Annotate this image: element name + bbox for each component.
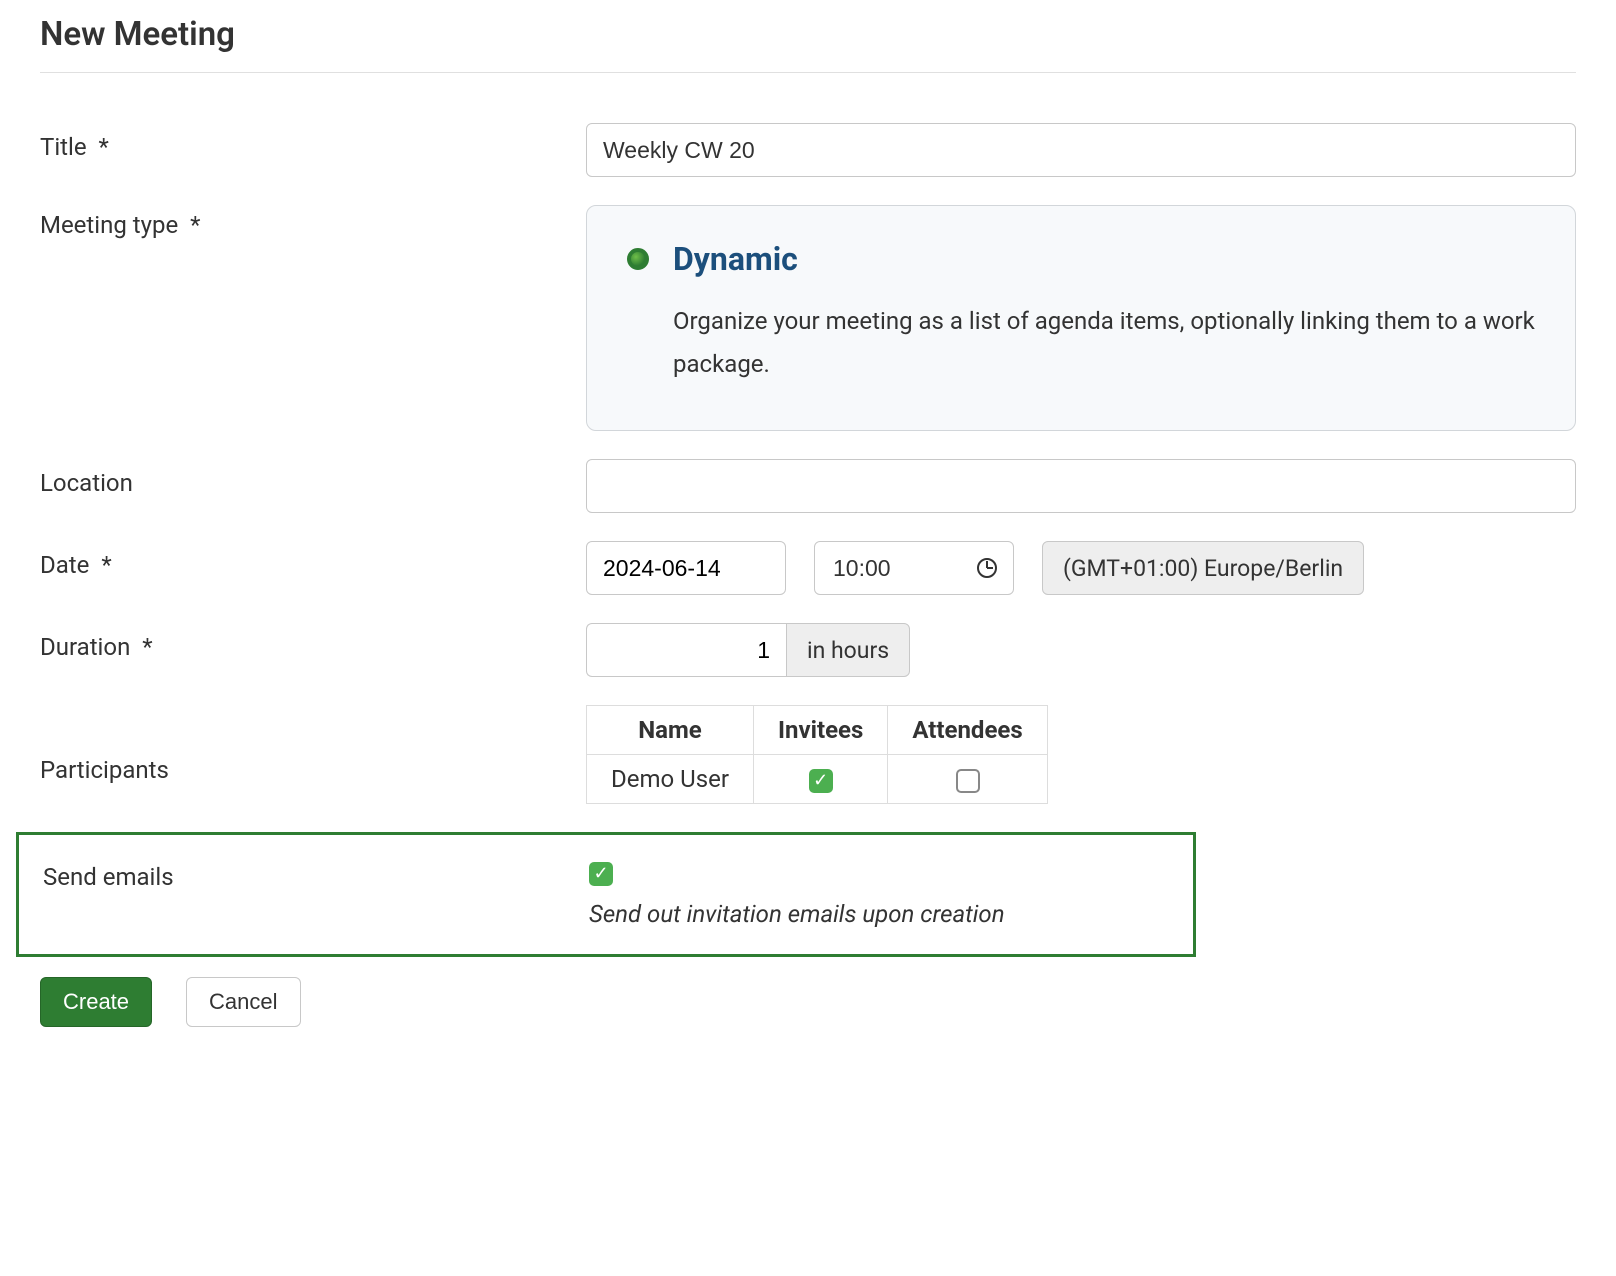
row-location: Location [40,459,1576,513]
col-attendees: Attendees [888,706,1047,755]
attendee-checkbox[interactable] [956,769,980,793]
clock-icon [977,558,997,578]
row-participants: Participants Name Invitees Attendees Dem… [40,705,1576,804]
required-mark: * [101,551,111,579]
title-input[interactable] [586,123,1576,177]
label-participants: Participants [40,726,586,784]
time-input-wrap[interactable] [814,541,1014,595]
duration-unit: in hours [786,623,910,677]
required-mark: * [190,211,200,239]
participants-table: Name Invitees Attendees Demo User ✓ [586,705,1048,804]
label-title-text: Title [40,133,87,161]
title-divider [40,72,1576,73]
row-send-emails: Send emails ✓ Send out invitation emails… [19,861,1193,927]
label-duration-text: Duration [40,633,130,661]
col-invitees: Invitees [753,706,887,755]
row-meeting-type: Meeting type * Dynamic Organize your mee… [40,205,1576,431]
ctrl-location [586,459,1576,513]
label-send-emails-text: Send emails [43,863,174,891]
label-location: Location [40,459,586,497]
form-actions: Create Cancel [40,977,1576,1027]
row-title: Title * [40,123,1576,177]
cancel-button[interactable]: Cancel [186,977,300,1027]
label-participants-text: Participants [40,756,169,784]
label-send-emails: Send emails [43,861,589,927]
row-duration: Duration * in hours [40,623,1576,677]
date-input[interactable] [586,541,786,595]
duration-group: in hours [586,623,1576,677]
required-mark: * [142,633,152,661]
location-input[interactable] [586,459,1576,513]
meeting-type-option-dynamic[interactable]: Dynamic Organize your meeting as a list … [586,205,1576,431]
duration-unit-text: in hours [807,637,889,664]
send-emails-description: Send out invitation emails upon creation [589,900,1193,928]
ctrl-participants: Name Invitees Attendees Demo User ✓ [586,705,1576,804]
time-input[interactable] [831,554,931,583]
timezone-display[interactable]: (GMT+01:00) Europe/Berlin [1042,541,1364,595]
col-name: Name [587,706,754,755]
check-icon: ✓ [593,865,608,883]
ctrl-title [586,123,1576,177]
duration-input[interactable] [586,623,786,677]
required-mark: * [99,133,109,161]
meeting-type-description: Organize your meeting as a list of agend… [673,300,1535,386]
label-duration: Duration * [40,623,586,661]
timezone-text: (GMT+01:00) Europe/Berlin [1063,555,1343,582]
new-meeting-form: New Meeting Title * Meeting type * Dynam… [0,0,1616,1276]
invitee-checkbox[interactable]: ✓ [809,769,833,793]
send-emails-checkbox[interactable]: ✓ [589,862,613,886]
label-date: Date * [40,541,586,579]
meeting-type-head: Dynamic [627,240,1535,278]
check-icon: ✓ [813,772,828,790]
meeting-type-title: Dynamic [673,240,798,278]
date-time-group: (GMT+01:00) Europe/Berlin [586,541,1576,595]
send-emails-highlight-box: Send emails ✓ Send out invitation emails… [16,832,1196,956]
radio-selected-icon [627,248,649,270]
row-date: Date * (GMT+01:00) Europe/Berlin [40,541,1576,595]
label-date-text: Date [40,551,89,579]
ctrl-meeting-type: Dynamic Organize your meeting as a list … [586,205,1576,431]
ctrl-duration: in hours [586,623,1576,677]
participants-header-row: Name Invitees Attendees [587,706,1048,755]
label-location-text: Location [40,469,133,497]
page-title: New Meeting [40,15,1576,54]
ctrl-send-emails: ✓ Send out invitation emails upon creati… [589,861,1193,927]
ctrl-date: (GMT+01:00) Europe/Berlin [586,541,1576,595]
label-meeting-type-text: Meeting type [40,211,178,239]
participant-invitee-cell: ✓ [753,755,887,804]
create-button[interactable]: Create [40,977,152,1027]
participant-attendee-cell [888,755,1047,804]
table-row: Demo User ✓ [587,755,1048,804]
participant-name: Demo User [587,755,754,804]
label-meeting-type: Meeting type * [40,205,586,239]
label-title: Title * [40,123,586,161]
